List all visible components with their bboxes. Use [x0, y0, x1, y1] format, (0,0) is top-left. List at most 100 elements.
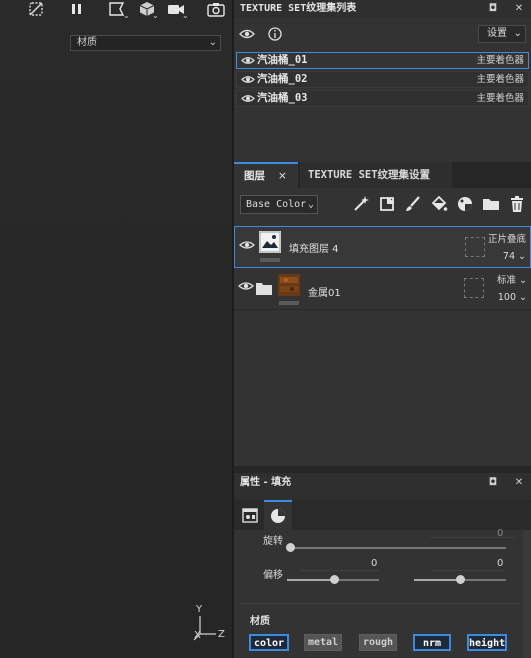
- layer-name: 填充图层 4: [289, 244, 339, 255]
- texture-set-name: 汽油桶_01: [257, 54, 308, 66]
- eye-icon[interactable]: [241, 91, 255, 111]
- channel-toggle-nrm[interactable]: nrm: [413, 634, 451, 651]
- channel-dropdown-value: Base Color: [246, 199, 307, 210]
- tab-texture-set-settings-label: TEXTURE SET纹理集设置: [308, 169, 431, 181]
- visibility-toggle-icon[interactable]: [239, 27, 255, 44]
- chevron-down-icon[interactable]: ⌄: [123, 11, 130, 20]
- blend-mode-select[interactable]: 正片叠底: [488, 231, 526, 245]
- maximize-icon[interactable]: ◘: [486, 0, 500, 18]
- chevron-down-icon[interactable]: ⌄: [182, 11, 189, 20]
- tab-material[interactable]: [264, 500, 292, 530]
- texture-set-shader[interactable]: 主要着色器: [476, 91, 524, 106]
- layer-opacity-value: 74: [502, 251, 515, 262]
- close-icon[interactable]: ✕: [512, 0, 526, 18]
- tab-layers[interactable]: 图层 ×: [234, 162, 298, 188]
- rotation-field-underline: [430, 537, 515, 538]
- offset-u-value[interactable]: 0: [371, 558, 377, 569]
- viewport-3d[interactable]: ⌄ ⌄ ⌄ 材质 ⌄ Y X Z: [0, 0, 232, 658]
- screenshot-icon[interactable]: [207, 1, 227, 19]
- panel-separator: [234, 466, 531, 473]
- layers-tab-bar: 图层 × TEXTURE SET纹理集设置: [234, 162, 531, 188]
- layer-opacity[interactable]: 100 ⌄: [498, 292, 527, 303]
- tab-fill-settings[interactable]: [236, 500, 264, 530]
- axis-y-label: Y: [196, 604, 203, 615]
- material-section-title: 材质: [250, 616, 270, 627]
- pause-icon[interactable]: [68, 1, 88, 19]
- properties-header: 属性 - 填充 ◘ ✕: [234, 473, 531, 500]
- close-icon[interactable]: ×: [278, 164, 287, 188]
- channel-toggle-height[interactable]: height: [467, 634, 507, 651]
- blend-mode-select[interactable]: 标准 ⌄: [497, 272, 527, 286]
- folder-icon: [256, 282, 272, 298]
- eye-icon[interactable]: [238, 280, 254, 295]
- mask-slot[interactable]: [464, 278, 484, 298]
- fill-layer-thumbnail: [259, 231, 281, 253]
- eye-icon[interactable]: [241, 53, 255, 73]
- material-thumbnail: [278, 274, 300, 296]
- delete-icon[interactable]: [508, 195, 528, 215]
- section-divider: [240, 603, 520, 604]
- offset-u-slider-handle[interactable]: [330, 575, 339, 584]
- texture-set-shader[interactable]: 主要着色器: [476, 53, 524, 68]
- rotation-label: 旋转: [263, 536, 283, 547]
- chevron-down-icon: ⌄: [518, 251, 526, 262]
- chevron-down-icon: ⌄: [519, 275, 527, 286]
- add-fill-layer-icon[interactable]: [430, 195, 450, 215]
- add-paint-layer-icon[interactable]: [404, 195, 424, 215]
- offset-v-field-underline: [430, 570, 505, 571]
- chevron-down-icon: ⌄: [208, 37, 217, 48]
- viewport-toolbar: ⌄ ⌄ ⌄: [0, 0, 232, 20]
- layer-name: 金属01: [308, 288, 341, 299]
- texture-set-row[interactable]: 汽油桶_03 主要着色器: [236, 90, 529, 107]
- axis-z-label: Z: [218, 629, 225, 640]
- channel-toggle-color[interactable]: color: [249, 634, 289, 651]
- offset-v-slider-handle[interactable]: [456, 575, 465, 584]
- texture-set-row[interactable]: 汽油桶_01 主要着色器: [236, 52, 529, 69]
- properties-tabs: [234, 500, 531, 530]
- layer-row[interactable]: 金属01 标准 ⌄ 100 ⌄: [234, 268, 531, 310]
- offset-v-value[interactable]: 0: [497, 558, 503, 569]
- eye-icon[interactable]: [239, 239, 255, 254]
- texture-set-name: 汽油桶_02: [257, 73, 308, 85]
- info-icon[interactable]: [267, 26, 283, 45]
- texture-set-name: 汽油桶_03: [257, 92, 308, 104]
- layer-row[interactable]: 填充图层 4 正片叠底 74 ⌄: [234, 226, 531, 268]
- viewport-material-select[interactable]: 材质 ⌄: [70, 35, 221, 51]
- tab-layers-label: 图层: [244, 170, 265, 182]
- properties-title: 属性 - 填充: [240, 477, 292, 488]
- texture-set-row[interactable]: 汽油桶_02 主要着色器: [236, 71, 529, 88]
- add-effect-icon[interactable]: [352, 195, 372, 215]
- chevron-down-icon: ⌄: [307, 199, 314, 210]
- axis-gizmo: Y X Z: [190, 604, 230, 644]
- rotation-slider-track[interactable]: [289, 547, 506, 549]
- channel-dropdown[interactable]: Base Color ⌄: [240, 195, 318, 214]
- offset-u-field-underline: [300, 570, 379, 571]
- layer-opacity-value: 100: [497, 292, 516, 303]
- viewport-material-select-value: 材质: [77, 37, 97, 48]
- add-folder-icon[interactable]: [482, 195, 502, 215]
- rotation-slider-handle[interactable]: [286, 543, 295, 552]
- add-mask-icon[interactable]: [378, 195, 398, 215]
- settings-dropdown[interactable]: 设置 ⌄: [478, 25, 526, 43]
- offset-label: 偏移: [263, 570, 283, 581]
- close-icon[interactable]: ✕: [512, 473, 526, 491]
- channel-toggle-rough[interactable]: rough: [359, 634, 397, 651]
- properties-scrollbar[interactable]: [523, 530, 531, 658]
- layer-opacity[interactable]: 74 ⌄: [503, 251, 526, 262]
- axis-x-label: X: [194, 630, 201, 641]
- add-smart-material-icon[interactable]: [456, 195, 476, 215]
- texture-set-shader[interactable]: 主要着色器: [476, 72, 524, 87]
- texture-set-list-title: TEXTURE SET纹理集列表: [240, 3, 357, 14]
- tab-texture-set-settings[interactable]: TEXTURE SET纹理集设置: [300, 162, 452, 188]
- chevron-down-icon[interactable]: ⌄: [152, 11, 159, 20]
- visibility-off-icon[interactable]: [27, 1, 47, 19]
- texture-set-list-header: TEXTURE SET纹理集列表 ◘ ✕: [234, 0, 531, 18]
- channel-toggle-metal[interactable]: metal: [304, 634, 342, 651]
- offset-u-slider-fill: [287, 579, 334, 581]
- maximize-icon[interactable]: ◘: [486, 473, 500, 491]
- mask-slot[interactable]: [465, 237, 485, 257]
- settings-dropdown-label: 设置: [487, 28, 507, 39]
- chevron-down-icon: ⌄: [513, 28, 522, 39]
- eye-icon[interactable]: [241, 72, 255, 92]
- blend-mode-value: 标准: [496, 275, 516, 286]
